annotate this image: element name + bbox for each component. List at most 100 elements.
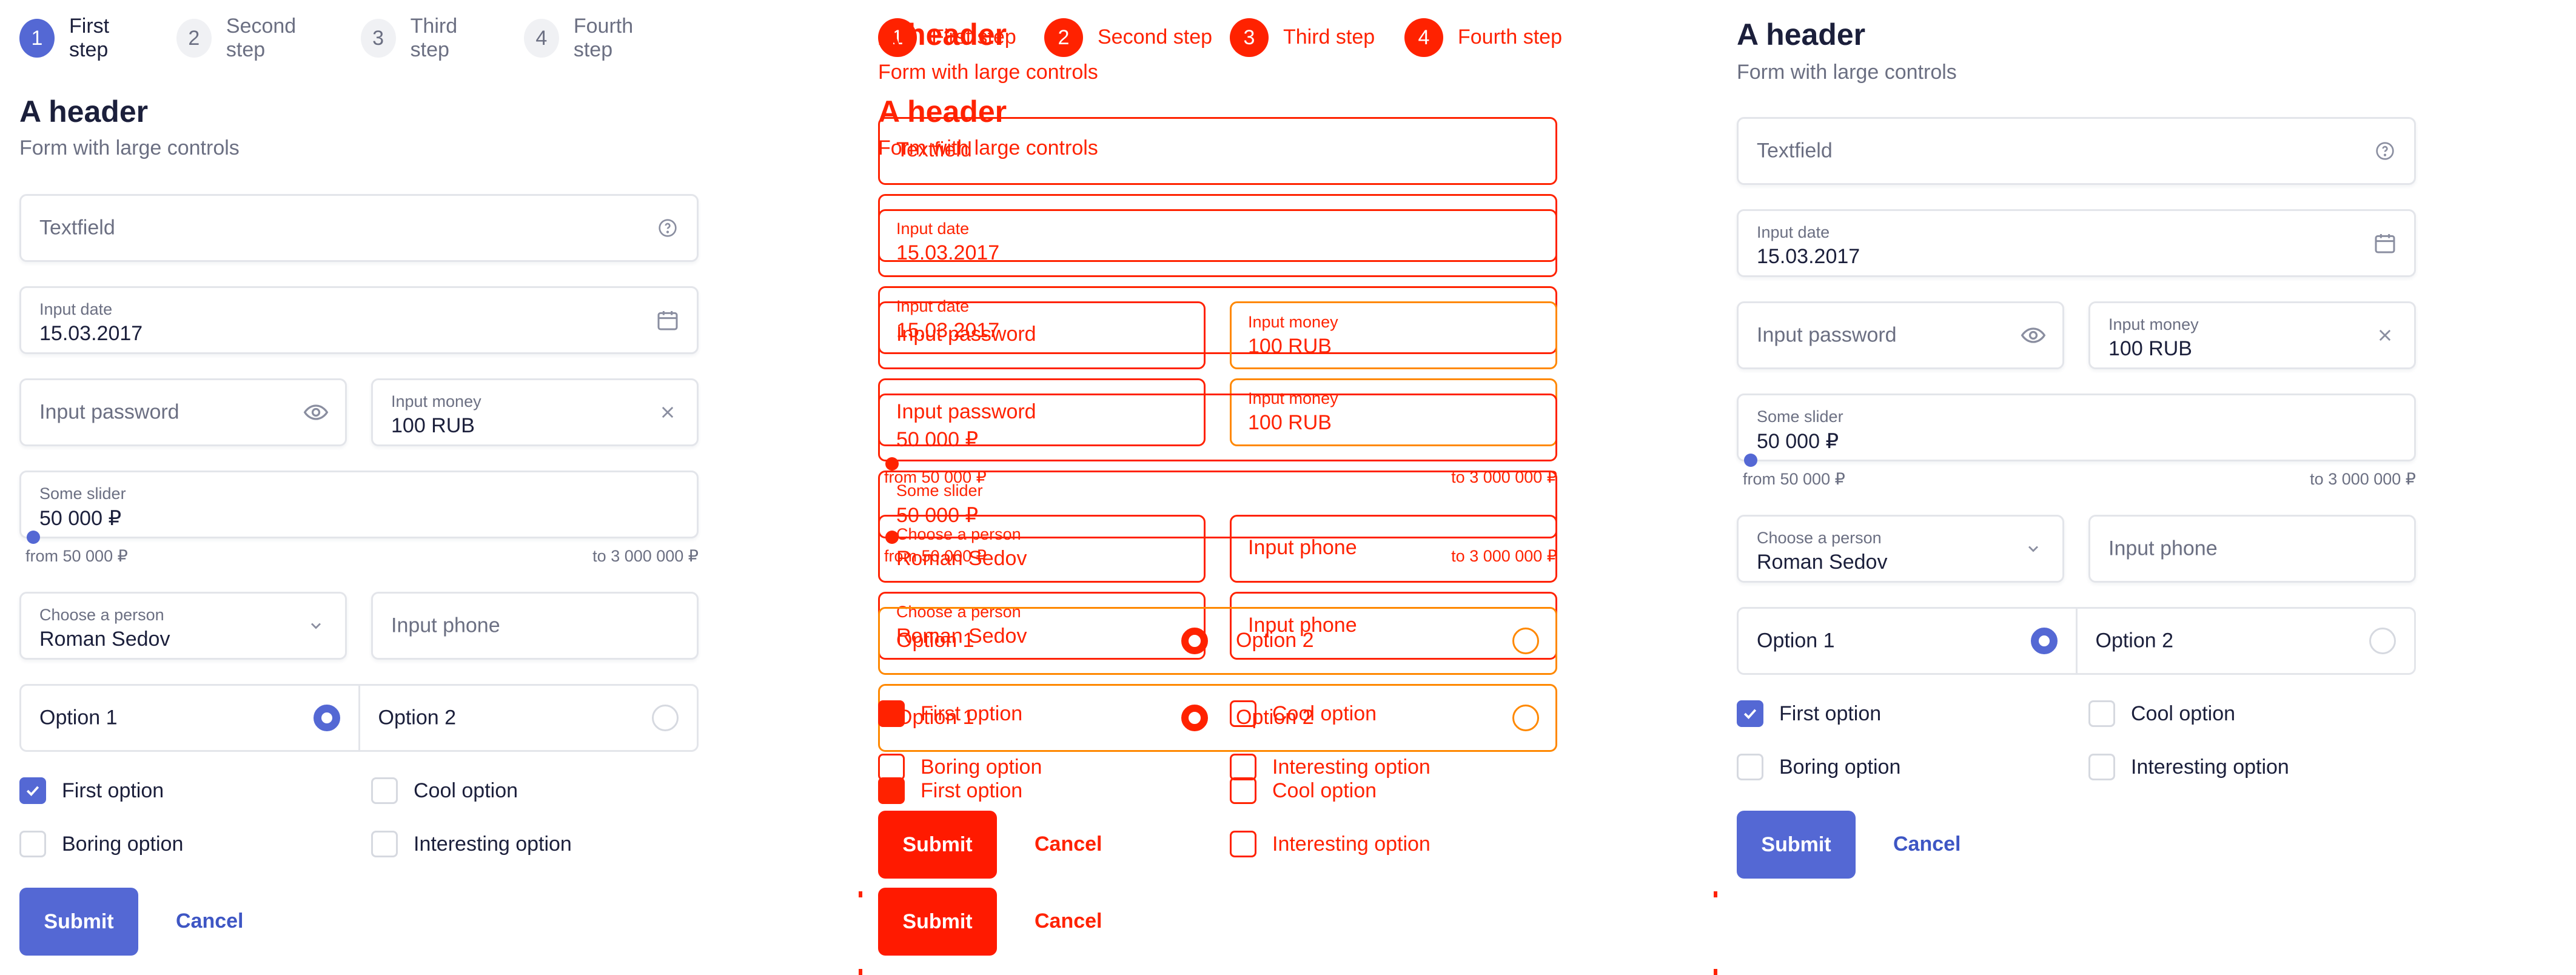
- eye-icon[interactable]: [2020, 322, 2047, 349]
- step-label: Third step: [410, 15, 458, 61]
- slider-input[interactable]: Some slider 50 000 ₽: [19, 471, 699, 538]
- radio-button[interactable]: [652, 705, 679, 731]
- calendar-icon[interactable]: [654, 307, 681, 333]
- debug-radio-label: Option 2: [1236, 629, 1314, 652]
- checkbox[interactable]: [19, 777, 46, 804]
- eye-icon[interactable]: [303, 399, 329, 426]
- date-input-value: 15.03.2017: [39, 322, 143, 345]
- textfield[interactable]: Textfield: [19, 194, 699, 262]
- date-input[interactable]: Input date 15.03.2017: [1737, 209, 2416, 277]
- checkbox-boring-option[interactable]: Boring option: [19, 831, 183, 857]
- date-input[interactable]: Input date 15.03.2017: [19, 286, 699, 354]
- submit-button[interactable]: Submit: [1737, 811, 1856, 879]
- step-1[interactable]: 1 First step: [19, 15, 146, 62]
- phone-input[interactable]: Input phone: [2088, 515, 2416, 583]
- cancel-button[interactable]: Cancel: [176, 910, 244, 933]
- debug-checkbox-label: First option: [921, 779, 1023, 802]
- slider-track[interactable]: [1744, 460, 2409, 461]
- step-3[interactable]: 3 Third step: [360, 15, 494, 62]
- password-placeholder: Input password: [1757, 323, 1897, 347]
- checkbox[interactable]: [2088, 700, 2115, 727]
- slider-thumb[interactable]: [1744, 454, 1757, 467]
- person-select[interactable]: Choose a person Roman Sedov: [19, 592, 347, 660]
- password-input[interactable]: Input password: [19, 378, 347, 446]
- checkbox-interesting-option[interactable]: Interesting option: [371, 831, 572, 857]
- checkbox-cool-option[interactable]: Cool option: [371, 777, 518, 804]
- checkbox[interactable]: [1737, 754, 1763, 780]
- radio-option-2[interactable]: Option 2: [358, 686, 697, 750]
- checkbox-cool-option[interactable]: Cool option: [2088, 700, 2235, 727]
- close-icon[interactable]: [654, 399, 681, 426]
- slider-value: 50 000 ₽: [1757, 430, 1839, 453]
- page-title: A header: [19, 95, 149, 129]
- money-input[interactable]: Input money 100 RUB: [2088, 301, 2416, 369]
- phone-input[interactable]: Input phone: [371, 592, 699, 660]
- slider-label: Some slider: [39, 484, 126, 503]
- stepper: 1 First step 2 Second step 3 Third step …: [19, 15, 699, 61]
- cancel-button[interactable]: Cancel: [1893, 833, 1961, 856]
- debug-radio-on: [1181, 705, 1208, 731]
- debug-checkbox-label: Interesting option: [1272, 756, 1431, 779]
- help-circle-icon[interactable]: [654, 215, 681, 241]
- debug-checkbox-label: First option: [921, 702, 1023, 725]
- radio-button[interactable]: [2369, 628, 2396, 654]
- checkbox-boring-option[interactable]: Boring option: [1737, 754, 1900, 780]
- step-label: Fourth step: [573, 15, 634, 61]
- money-input-label: Input money: [391, 392, 481, 410]
- password-input[interactable]: Input password: [1737, 301, 2064, 369]
- debug-step-4: 4: [1404, 18, 1443, 57]
- checkbox[interactable]: [371, 777, 398, 804]
- phone-placeholder: Input phone: [391, 614, 500, 637]
- checkbox-first-option[interactable]: First option: [1737, 700, 1881, 727]
- slider-max-label: to 3 000 000 ₽: [592, 547, 699, 565]
- checkbox[interactable]: [19, 831, 46, 857]
- slider-min-label: from 50 000 ₽: [1743, 470, 1845, 488]
- radio-option-1[interactable]: Option 1: [1739, 609, 2076, 673]
- step-number: 1: [19, 19, 55, 58]
- close-icon[interactable]: [2372, 322, 2398, 349]
- debug-radio-off: [1512, 628, 1539, 654]
- checkbox-first-option[interactable]: First option: [19, 777, 164, 804]
- chevron-down-icon[interactable]: [303, 612, 329, 639]
- checkbox[interactable]: [371, 831, 398, 857]
- step-number: 3: [360, 19, 396, 58]
- step-4[interactable]: 4 Fourth step: [523, 15, 668, 62]
- overlay-edge: [859, 891, 862, 897]
- checkbox[interactable]: [2088, 754, 2115, 780]
- debug-radio-off: [1512, 705, 1539, 731]
- calendar-icon[interactable]: [2372, 230, 2398, 256]
- debug-money-label: Input money: [1248, 313, 1338, 331]
- checkbox[interactable]: [1737, 700, 1763, 727]
- debug-radio-shifted: [878, 607, 1557, 675]
- debug-checkbox: [878, 700, 905, 727]
- slider-track[interactable]: [27, 537, 691, 538]
- radio-button-selected[interactable]: [2030, 628, 2058, 654]
- money-input[interactable]: Input money 100 RUB: [371, 378, 699, 446]
- radio-option-1[interactable]: Option 1: [21, 686, 358, 750]
- debug-date-label: Input date: [896, 219, 970, 238]
- slider-thumb[interactable]: [27, 531, 40, 544]
- chevron-down-icon[interactable]: [2020, 535, 2047, 562]
- slider-input[interactable]: Some slider 50 000 ₽: [1737, 394, 2416, 461]
- debug-textfield-shifted: [878, 117, 1557, 185]
- debug-slider-shifted: [878, 394, 1557, 461]
- form-panel-with-stepper: 1 First step 2 Second step 3 Third step …: [0, 0, 859, 975]
- radio-button-selected[interactable]: [313, 705, 340, 731]
- debug-date-value: 15.03.2017: [896, 241, 1000, 264]
- step-2[interactable]: 2 Second step: [176, 15, 330, 62]
- page-subtitle: Form with large controls: [19, 136, 240, 159]
- person-select[interactable]: Choose a person Roman Sedov: [1737, 515, 2064, 583]
- radio-option-2[interactable]: Option 2: [2075, 609, 2415, 673]
- date-input-label: Input date: [1757, 223, 1830, 241]
- checkbox-label: Boring option: [62, 832, 184, 856]
- submit-button[interactable]: Submit: [19, 888, 138, 956]
- debug-radio-on: [1181, 628, 1208, 654]
- debug-radio-label: Option 1: [896, 629, 974, 652]
- help-circle-icon[interactable]: [2372, 138, 2398, 164]
- step-number: 2: [176, 19, 212, 58]
- checkbox-interesting-option[interactable]: Interesting option: [2088, 754, 2289, 780]
- textfield[interactable]: Textfield: [1737, 117, 2416, 185]
- radio-group: Option 1 Option 2: [19, 684, 699, 752]
- debug-person-value: Roman Sedov: [896, 547, 1027, 570]
- debug-checkbox: [1230, 831, 1256, 857]
